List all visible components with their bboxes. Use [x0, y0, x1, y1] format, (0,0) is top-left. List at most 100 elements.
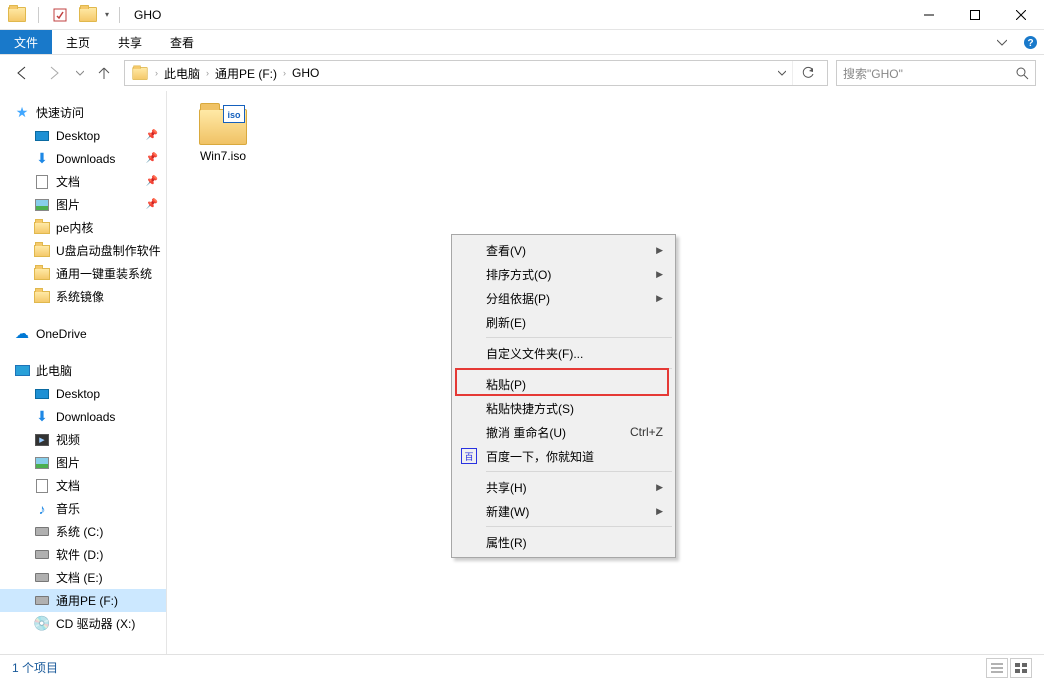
sidebar-item-downloads[interactable]: ⬇Downloads📌 — [0, 147, 166, 170]
menu-separator — [486, 471, 672, 472]
maximize-button[interactable] — [952, 0, 998, 30]
menu-undo[interactable]: 撤消 重命名(U)Ctrl+Z — [454, 420, 673, 444]
sidebar-item-music[interactable]: ♪音乐 — [0, 497, 166, 520]
qat-properties-icon[interactable] — [49, 4, 71, 26]
sidebar-item-desktop[interactable]: Desktop📌 — [0, 124, 166, 147]
menu-properties[interactable]: 属性(R) — [454, 530, 673, 554]
menu-paste[interactable]: 粘贴(P) — [454, 372, 673, 396]
menu-separator — [486, 337, 672, 338]
forward-button[interactable] — [40, 59, 68, 87]
sidebar-item-drive-f[interactable]: 通用PE (F:) — [0, 589, 166, 612]
search-input[interactable]: 搜索"GHO" — [836, 60, 1036, 86]
close-button[interactable] — [998, 0, 1044, 30]
pc-icon — [14, 363, 30, 379]
item-count: 1 个项目 — [12, 659, 58, 676]
breadcrumb-this-pc[interactable]: 此电脑 — [162, 65, 202, 82]
ribbon-tabs: 文件 主页 共享 查看 ? — [0, 30, 1044, 55]
sidebar-item-sysimage[interactable]: 系统镜像 — [0, 285, 166, 308]
menu-view[interactable]: 查看(V)▶ — [454, 238, 673, 262]
sidebar-item-drive-d[interactable]: 软件 (D:) — [0, 543, 166, 566]
tab-home[interactable]: 主页 — [52, 30, 104, 54]
sidebar-item-documents2[interactable]: 文档 — [0, 474, 166, 497]
document-icon — [34, 478, 50, 494]
sidebar-item-drive-c[interactable]: 系统 (C:) — [0, 520, 166, 543]
back-button[interactable] — [8, 59, 36, 87]
sidebar-item-cd-drive[interactable]: 💿 CD 驱动器 (X:) — [0, 612, 166, 635]
iso-badge: iso — [223, 105, 245, 123]
minimize-button[interactable] — [906, 0, 952, 30]
menu-baidu[interactable]: 百百度一下，你就知道 — [454, 444, 673, 468]
sidebar-item-label: 文档 — [56, 173, 80, 190]
document-icon — [34, 174, 50, 190]
view-icons-button[interactable] — [1010, 658, 1032, 678]
cd-icon: 💿 — [34, 616, 50, 632]
iso-file-icon: iso — [199, 103, 247, 145]
menu-refresh[interactable]: 刷新(E) — [454, 310, 673, 334]
picture-icon — [34, 455, 50, 471]
chevron-right-icon[interactable]: › — [202, 68, 213, 78]
tab-share[interactable]: 共享 — [104, 30, 156, 54]
sidebar-item-label: 快速访问 — [36, 104, 84, 121]
sidebar-item-label: 软件 (D:) — [56, 546, 103, 563]
menu-label: 排序方式(O) — [486, 266, 551, 283]
title-bar: ▾ GHO — [0, 0, 1044, 30]
chevron-right-icon[interactable]: › — [279, 68, 290, 78]
drive-icon — [34, 570, 50, 586]
star-icon: ★ — [14, 105, 30, 121]
search-icon[interactable] — [1016, 67, 1029, 80]
sidebar-item-uboot[interactable]: U盘启动盘制作软件 — [0, 239, 166, 262]
help-button[interactable]: ? — [1016, 30, 1044, 54]
sidebar-item-label: CD 驱动器 (X:) — [56, 615, 135, 632]
sidebar-onedrive[interactable]: ☁OneDrive — [0, 322, 166, 345]
qat-dropdown-icon[interactable]: ▾ — [105, 10, 109, 19]
refresh-button[interactable] — [792, 61, 823, 85]
ribbon-expand-button[interactable] — [988, 30, 1016, 54]
menu-share[interactable]: 共享(H)▶ — [454, 475, 673, 499]
svg-text:?: ? — [1027, 38, 1033, 49]
sidebar-item-videos[interactable]: ▶视频 — [0, 428, 166, 451]
menu-separator — [486, 368, 672, 369]
address-dropdown[interactable] — [772, 69, 792, 77]
sidebar-item-documents[interactable]: 文档📌 — [0, 170, 166, 193]
search-placeholder: 搜索"GHO" — [843, 65, 903, 82]
menu-separator — [486, 526, 672, 527]
window-controls — [906, 0, 1044, 30]
menu-new[interactable]: 新建(W)▶ — [454, 499, 673, 523]
tab-view[interactable]: 查看 — [156, 30, 208, 54]
sidebar-item-desktop2[interactable]: Desktop — [0, 382, 166, 405]
sidebar-item-pictures2[interactable]: 图片 — [0, 451, 166, 474]
menu-paste-shortcut[interactable]: 粘贴快捷方式(S) — [454, 396, 673, 420]
sidebar-item-onekey[interactable]: 通用一键重装系统 — [0, 262, 166, 285]
breadcrumb-folder[interactable]: GHO — [290, 66, 321, 80]
sidebar-item-label: Downloads — [56, 152, 115, 166]
status-bar: 1 个项目 — [0, 654, 1044, 680]
sidebar-item-drive-e[interactable]: 文档 (E:) — [0, 566, 166, 589]
video-icon: ▶ — [34, 432, 50, 448]
chevron-right-icon[interactable]: › — [151, 68, 162, 78]
drive-icon — [34, 593, 50, 609]
sidebar-this-pc[interactable]: 此电脑 — [0, 359, 166, 382]
sidebar-item-pictures[interactable]: 图片📌 — [0, 193, 166, 216]
menu-label: 粘贴快捷方式(S) — [486, 400, 574, 417]
history-dropdown[interactable] — [72, 69, 88, 77]
sidebar-quick-access[interactable]: ★ 快速访问 — [0, 101, 166, 124]
chevron-right-icon: ▶ — [656, 245, 663, 256]
navigation-sidebar[interactable]: ★快速访问 Desktop📌 ⬇Downloads📌 文档📌 图片📌 pe内核 … — [0, 91, 167, 654]
sidebar-item-label: 系统镜像 — [56, 288, 104, 305]
sidebar-item-downloads2[interactable]: ⬇Downloads — [0, 405, 166, 428]
tab-file[interactable]: 文件 — [0, 30, 52, 54]
up-button[interactable] — [92, 61, 116, 85]
address-bar[interactable]: › 此电脑 › 通用PE (F:) › GHO — [124, 60, 828, 86]
sidebar-item-label: 系统 (C:) — [56, 523, 103, 540]
menu-sort[interactable]: 排序方式(O)▶ — [454, 262, 673, 286]
music-icon: ♪ — [34, 501, 50, 517]
menu-customize[interactable]: 自定义文件夹(F)... — [454, 341, 673, 365]
sidebar-item-pe-core[interactable]: pe内核 — [0, 216, 166, 239]
breadcrumb-root-icon[interactable] — [129, 66, 151, 81]
pin-icon: 📌 — [146, 153, 158, 164]
menu-groupby[interactable]: 分组依据(P)▶ — [454, 286, 673, 310]
view-details-button[interactable] — [986, 658, 1008, 678]
file-item[interactable]: iso Win7.iso — [185, 103, 261, 163]
folder-icon[interactable] — [77, 4, 99, 26]
breadcrumb-drive[interactable]: 通用PE (F:) — [213, 65, 279, 82]
